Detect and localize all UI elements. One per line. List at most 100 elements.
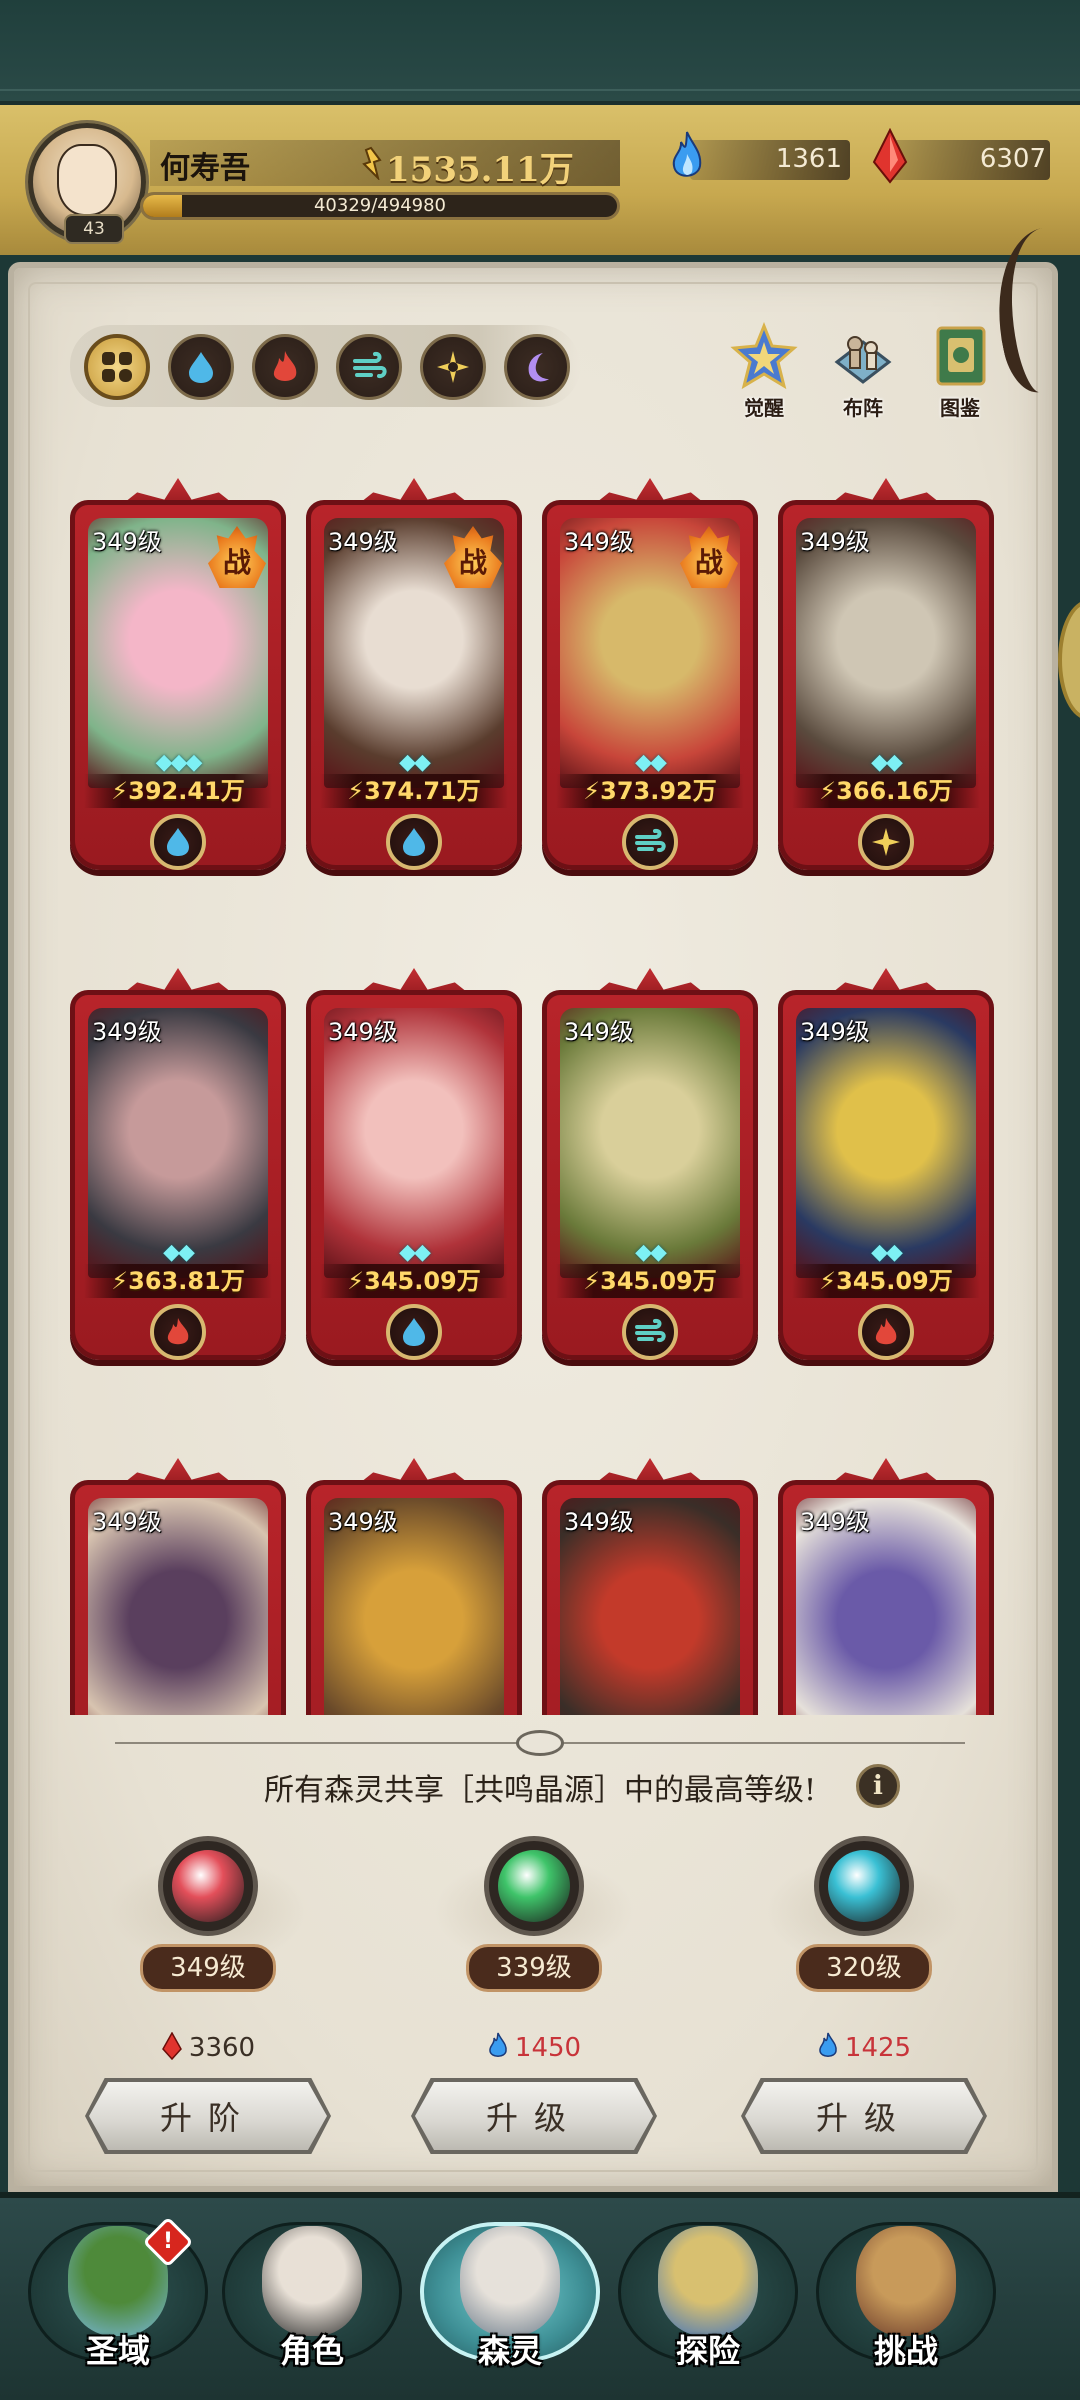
- info-icon[interactable]: i: [856, 1764, 900, 1808]
- filter-water-button[interactable]: [168, 334, 234, 400]
- nav-art: [658, 2226, 758, 2336]
- notification-badge-text: !: [162, 2229, 174, 2254]
- nav-item[interactable]: 森灵: [420, 2202, 600, 2392]
- codex-button[interactable]: 图鉴: [912, 322, 1008, 422]
- card-star-rank: ◆◆: [635, 1240, 667, 1265]
- spirit-card[interactable]: 349级 ◆◆ ⚡345.09万: [778, 960, 994, 1390]
- nav-label: 圣域: [85, 2332, 150, 2370]
- card-level: 349级: [564, 1018, 634, 1046]
- card-level: 349级: [800, 528, 870, 556]
- crystal-orb: [172, 1850, 244, 1922]
- advance-button[interactable]: 升阶: [89, 2082, 327, 2150]
- nav-label: 角色: [279, 2332, 344, 2370]
- fire-element-icon: [858, 1304, 914, 1360]
- card-star-rank: ◆◆: [399, 1240, 431, 1265]
- blue-resource-value: 1361: [775, 144, 842, 174]
- filter-dark-button[interactable]: [504, 334, 570, 400]
- card-power: ⚡345.09万: [320, 1264, 508, 1298]
- spirit-portrait: [324, 1008, 504, 1278]
- upgrade-button[interactable]: 升级: [745, 2082, 983, 2150]
- upgrade-cost-value: 1450: [514, 2033, 582, 2063]
- exp-text: 40329/494980: [313, 195, 447, 216]
- crystal-orb: [828, 1850, 900, 1922]
- spirit-card[interactable]: 349级: [70, 1450, 286, 1715]
- spirit-card[interactable]: 349级 ◆◆ ⚡363.81万: [70, 960, 286, 1390]
- player-name: 何寿吾: [160, 151, 250, 186]
- formation-label: 布阵: [843, 396, 883, 420]
- spirit-card-grid: 349级战 ◆◆◆ ⚡392.41万 349级战 ◆◆ ⚡374.71万 349级战 ◆◆ ⚡3…: [70, 470, 1010, 1715]
- spirit-card[interactable]: 349级战 ◆◆◆ ⚡392.41万: [70, 470, 286, 900]
- nav-item[interactable]: 挑战: [816, 2202, 996, 2392]
- nav-art: [460, 2226, 560, 2336]
- nav-label: 森灵: [477, 2332, 542, 2370]
- water-element-icon: [386, 1304, 442, 1360]
- avatar-face: [57, 144, 117, 216]
- awaken-label: 觉醒: [744, 396, 784, 420]
- card-power: ⚡374.71万: [320, 774, 508, 808]
- card-level: 349级: [328, 528, 398, 556]
- spirit-card[interactable]: 349级: [306, 1450, 522, 1715]
- nav-label: 挑战: [873, 2332, 938, 2370]
- upgrade-cost: 1450: [414, 2032, 654, 2063]
- card-star-rank: ◆◆: [399, 750, 431, 775]
- book-icon: [936, 326, 986, 386]
- formation-button[interactable]: 布阵: [815, 322, 911, 422]
- nav-item[interactable]: 圣域!: [28, 2202, 208, 2392]
- filter-fire-button[interactable]: [252, 334, 318, 400]
- card-star-rank: ◆◆◆: [155, 750, 203, 775]
- upgrade-cost: 1425: [744, 2032, 984, 2063]
- spirit-card[interactable]: 349级: [778, 1450, 994, 1715]
- red-resource-value: 6307: [979, 144, 1046, 174]
- card-star-rank: ◆◆: [871, 1240, 903, 1265]
- water-element-icon: [386, 814, 442, 870]
- card-power: ⚡392.41万: [84, 774, 272, 808]
- spirit-card[interactable]: 349级: [542, 1450, 758, 1715]
- card-level: 349级: [92, 1018, 162, 1046]
- card-power: ⚡345.09万: [556, 1264, 744, 1298]
- gold-coin-icon: [362, 146, 382, 180]
- chess-pieces-icon: [834, 336, 892, 384]
- spirit-card[interactable]: 349级战 ◆◆ ⚡374.71万: [306, 470, 522, 900]
- filter-wind-button[interactable]: [336, 334, 402, 400]
- nav-item[interactable]: 角色: [222, 2202, 402, 2392]
- fire-icon: [273, 351, 297, 381]
- card-level: 349级: [328, 1018, 398, 1046]
- card-power: ⚡363.81万: [84, 1264, 272, 1298]
- card-power: ⚡373.92万: [556, 774, 744, 808]
- nav-item[interactable]: 探险: [618, 2202, 798, 2392]
- side-ring-decoration: [1058, 600, 1080, 720]
- crystal-level: 339级: [466, 1944, 602, 1992]
- spirit-card[interactable]: 349级战 ◆◆ ⚡373.92万: [542, 470, 758, 900]
- crystal-level: 320级: [796, 1944, 932, 1992]
- wind-element-icon: [622, 1304, 678, 1360]
- shared-level-notice: 所有森灵共享［共鸣晶源］中的最高等级!: [263, 1773, 817, 1808]
- spirit-portrait: [796, 518, 976, 788]
- blue-flame-icon: [819, 2032, 837, 2057]
- card-power: ⚡345.09万: [792, 1264, 980, 1298]
- spirit-card[interactable]: 349级 ◆◆ ⚡366.16万: [778, 470, 994, 900]
- card-level: 349级: [800, 1508, 870, 1536]
- grid-icon: [102, 352, 132, 382]
- player-level-badge: 43: [64, 214, 124, 244]
- moon-icon: [528, 353, 549, 382]
- filter-light-button[interactable]: [420, 334, 486, 400]
- fire-element-icon: [150, 1304, 206, 1360]
- spirit-card[interactable]: 349级 ◆◆ ⚡345.09万: [306, 960, 522, 1390]
- card-level: 349级: [328, 1508, 398, 1536]
- spirit-card[interactable]: 349级 ◆◆ ⚡345.09万: [542, 960, 758, 1390]
- red-crystal-icon: [161, 2031, 182, 2061]
- card-star-rank: ◆◆: [871, 750, 903, 775]
- upgrade-button[interactable]: 升级: [415, 2082, 653, 2150]
- spirit-portrait: [88, 1008, 268, 1278]
- card-level: 349级: [92, 528, 162, 556]
- gold-value: 1535.11万: [386, 150, 574, 190]
- water-drop-icon: [189, 352, 213, 383]
- awaken-button[interactable]: 觉醒: [716, 321, 812, 422]
- blue-flame-icon: [672, 131, 702, 177]
- upgrade-cost: 3360: [88, 2031, 328, 2063]
- card-level: 349级: [92, 1508, 162, 1536]
- filter-all-button[interactable]: [84, 334, 150, 400]
- spirit-portrait: [796, 1008, 976, 1278]
- card-level: 349级: [564, 1508, 634, 1536]
- upgrade-cost-value: 1425: [844, 2033, 912, 2063]
